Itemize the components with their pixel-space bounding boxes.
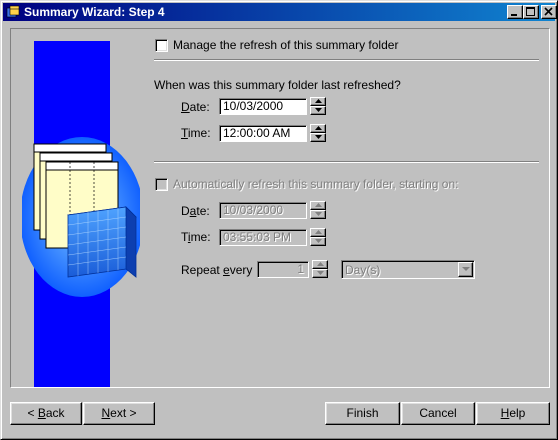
finish-button[interactable]: Finish <box>325 402 400 425</box>
next-button[interactable]: Next > <box>83 402 155 425</box>
close-icon <box>544 7 553 16</box>
dropdown-arrow-button[interactable] <box>458 262 473 277</box>
separator-middle <box>154 161 539 163</box>
cancel-button[interactable]: Cancel <box>401 402 475 425</box>
last-date-field[interactable]: 10/03/2000 <box>219 98 307 115</box>
repeat-spin-down[interactable] <box>312 269 328 278</box>
auto-time-label: Time: <box>181 230 211 244</box>
repeat-spin-up[interactable] <box>312 260 328 269</box>
title-bar[interactable]: Summary Wizard: Step 4 <box>3 3 557 21</box>
auto-time-spin-down[interactable] <box>310 237 326 246</box>
last-date-spin-down[interactable] <box>310 106 326 115</box>
chevron-down-icon <box>462 267 470 271</box>
database-cube-illustration <box>22 41 140 387</box>
manage-refresh-label[interactable]: Manage the refresh of this summary folde… <box>173 38 398 52</box>
manage-refresh-checkbox[interactable] <box>155 39 168 52</box>
minimize-icon <box>511 14 517 16</box>
window-title: Summary Wizard: Step 4 <box>24 5 165 19</box>
auto-time-spin-up[interactable] <box>310 228 326 237</box>
wizard-window: Summary Wizard: Step 4 Manage the refres… <box>0 0 558 440</box>
app-icon <box>6 5 20 18</box>
wizard-content-frame: Manage the refresh of this summary folde… <box>10 28 550 388</box>
auto-date-spin-down[interactable] <box>310 210 326 219</box>
auto-date-label: Date: <box>181 204 210 218</box>
spin-up-icon <box>315 126 322 130</box>
auto-time-field[interactable]: 03:55:03 PM <box>219 229 307 246</box>
last-date-spin-up[interactable] <box>310 97 326 106</box>
separator-top <box>154 59 539 61</box>
last-time-field[interactable]: 12:00:00 AM <box>219 125 307 142</box>
repeat-unit-dropdown[interactable]: Day(s) <box>341 260 475 279</box>
maximize-button[interactable] <box>523 5 539 19</box>
auto-refresh-checkbox[interactable] <box>155 178 168 191</box>
last-time-spin-up[interactable] <box>310 124 326 133</box>
spin-up-icon <box>315 230 322 234</box>
back-button[interactable]: < Back <box>10 402 82 425</box>
last-time-spin-down[interactable] <box>310 133 326 142</box>
spin-down-icon <box>315 212 322 216</box>
spin-up-icon <box>315 203 322 207</box>
last-refreshed-question: When was this summary folder last refres… <box>154 78 401 92</box>
auto-date-field[interactable]: 10/03/2000 <box>219 202 307 219</box>
auto-refresh-label[interactable]: Automatically refresh this summary folde… <box>173 177 458 191</box>
minimize-button[interactable] <box>507 5 523 19</box>
close-button[interactable] <box>541 5 557 19</box>
spin-down-icon <box>315 135 322 139</box>
repeat-unit-value: Day(s) <box>345 263 381 277</box>
auto-date-spin-up[interactable] <box>310 201 326 210</box>
spin-down-icon <box>315 239 322 243</box>
maximize-icon <box>526 7 535 16</box>
last-date-label: Date: <box>181 100 210 114</box>
help-button[interactable]: Help <box>476 402 550 425</box>
spin-up-icon <box>317 262 324 266</box>
repeat-every-label: Repeat every <box>181 263 253 277</box>
spin-down-icon <box>315 108 322 112</box>
spin-down-icon <box>317 271 324 275</box>
spin-up-icon <box>315 99 322 103</box>
repeat-interval-field[interactable]: 1 <box>257 261 309 278</box>
last-time-label: Time: <box>181 126 211 140</box>
